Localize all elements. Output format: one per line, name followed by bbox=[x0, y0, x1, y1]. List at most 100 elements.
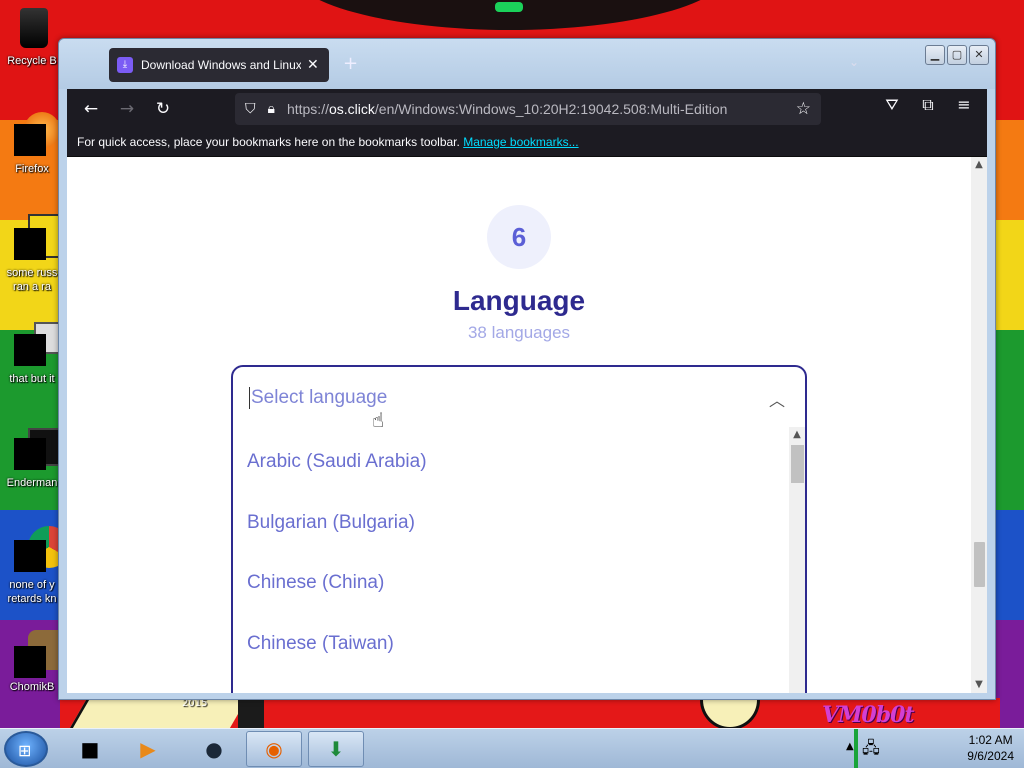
desktop-icon-folder[interactable]: that but it bbox=[0, 322, 70, 386]
lock-icon[interactable]: 🔒︎ bbox=[268, 101, 275, 117]
desktop-icon-label: ChomikB bbox=[9, 681, 55, 693]
address-bar[interactable]: ⛉ 🔒︎ https://os.click/en/Windows:Windows… bbox=[235, 93, 821, 125]
scrollbar-thumb[interactable] bbox=[791, 445, 804, 483]
terminal-icon bbox=[14, 428, 72, 470]
redacted-block bbox=[14, 646, 46, 678]
tab-active[interactable]: ⤓ Download Windows and Linux ✕ bbox=[109, 48, 329, 82]
new-tab-icon[interactable]: + bbox=[343, 53, 358, 74]
desktop-icon-label-line2: retards kn bbox=[7, 593, 57, 605]
window-controls: ▁ ▢ ✕ bbox=[925, 45, 989, 65]
toolbar-right: ⛛ ⧉ ≡ bbox=[881, 95, 975, 115]
taskbar-app-media[interactable]: ▶ bbox=[120, 731, 176, 767]
minimize-button[interactable]: ▁ bbox=[925, 45, 945, 65]
language-option[interactable]: Chinese (Taiwan) bbox=[247, 633, 394, 655]
chevron-up-icon[interactable]: ︿ bbox=[769, 387, 785, 411]
scroll-up-icon[interactable]: ▲ bbox=[971, 157, 987, 173]
desktop-icon-chrome[interactable]: none of y retards kn bbox=[0, 526, 70, 606]
desktop-icon-label: Enderman bbox=[6, 477, 58, 489]
desktop-icon-label: Firefox bbox=[15, 163, 49, 175]
media-player-icon: ▶ bbox=[140, 737, 156, 761]
redacted-block bbox=[14, 228, 46, 260]
bookmarks-toolbar: For quick access, place your bookmarks h… bbox=[67, 129, 987, 157]
page-title: Language bbox=[452, 285, 586, 316]
taskbar-app-terminal[interactable]: ■ bbox=[62, 731, 118, 767]
scroll-down-icon[interactable]: ▼ bbox=[971, 677, 987, 693]
url-domain: os.click bbox=[328, 101, 375, 117]
wallpaper-bottom-art: 2015 VM0b0t bbox=[60, 698, 1000, 730]
forward-button[interactable]: → bbox=[113, 95, 141, 123]
wallpaper-tag: VM0b0t bbox=[822, 702, 915, 728]
start-button[interactable]: ⊞ bbox=[4, 731, 48, 767]
tab-title: Download Windows and Linux bbox=[141, 58, 301, 72]
language-option[interactable]: Arabic (Saudi Arabia) bbox=[247, 451, 427, 473]
recycle-bin-icon bbox=[14, 4, 50, 48]
language-option[interactable]: Chinese (China) bbox=[247, 572, 384, 594]
desktop-icon-terminal[interactable]: Enderman bbox=[0, 428, 72, 490]
taskbar-app-idm[interactable]: ⬇ bbox=[308, 731, 364, 767]
chrome-icon bbox=[14, 526, 70, 572]
clock[interactable]: 1:02 AM 9/6/2024 bbox=[967, 732, 1014, 764]
download-manager-icon: ⬇ bbox=[327, 737, 345, 761]
bookmarks-hint: For quick access, place your bookmarks h… bbox=[77, 135, 460, 149]
language-option[interactable]: Bulgarian (Bulgaria) bbox=[247, 512, 415, 534]
url-text[interactable]: https://os.click/en/Windows:Windows_10:2… bbox=[287, 101, 796, 117]
title-bar[interactable]: ⤓ Download Windows and Linux ✕ + ⌄ ▁ ▢ ✕ bbox=[59, 39, 995, 89]
scrollbar-thumb[interactable] bbox=[974, 542, 985, 587]
extensions-icon[interactable]: ⧉ bbox=[917, 95, 939, 115]
reload-button[interactable]: ↻ bbox=[149, 95, 177, 123]
terminal-icon: ■ bbox=[80, 737, 100, 761]
shield-icon[interactable]: ⛉ bbox=[245, 101, 256, 117]
show-hidden-icons-icon[interactable]: ▲ bbox=[846, 741, 854, 752]
scroll-up-icon[interactable]: ▲ bbox=[789, 427, 805, 443]
firefox-icon: ◉ bbox=[265, 737, 283, 761]
redacted-block bbox=[14, 540, 46, 572]
list-tabs-icon[interactable]: ⌄ bbox=[849, 55, 859, 69]
navigation-toolbar: ← → ↻ ⛉ 🔒︎ https://os.click/en/Windows:W… bbox=[67, 89, 987, 129]
page-subtitle: 38 languages bbox=[467, 323, 571, 342]
menu-icon[interactable]: ≡ bbox=[953, 95, 975, 115]
folder-icon bbox=[14, 322, 70, 366]
network-icon[interactable]: 🖧︎ bbox=[862, 737, 880, 764]
close-button[interactable]: ✕ bbox=[969, 45, 989, 65]
tab-close-icon[interactable]: ✕ bbox=[307, 57, 319, 73]
pocket-icon[interactable]: ⛛ bbox=[881, 95, 903, 115]
redacted-block bbox=[14, 334, 46, 366]
desktop-icon-file[interactable]: some russ ran a ra bbox=[0, 214, 72, 294]
firefox-icon bbox=[14, 112, 60, 156]
desktop-icon-label-line2: ran a ra bbox=[13, 281, 51, 293]
page-content: 6 Language 38 languages Select language … bbox=[67, 157, 987, 693]
desktop-icon-label: some russ bbox=[6, 267, 58, 279]
hamster-icon bbox=[14, 630, 72, 678]
steam-icon: ● bbox=[205, 737, 223, 761]
url-path: /en/Windows:Windows_10:20H2:19042.508:Mu… bbox=[374, 101, 728, 117]
clock-date: 9/6/2024 bbox=[967, 749, 1014, 763]
system-tray: ▲ 🖧︎ 1:02 AM 9/6/2024 bbox=[842, 729, 1024, 768]
file-icon bbox=[14, 214, 72, 260]
clock-time: 1:02 AM bbox=[968, 733, 1013, 747]
desktop-icon-chomik[interactable]: ChomikB bbox=[0, 630, 72, 694]
desktop-icon-firefox[interactable]: Firefox bbox=[0, 112, 64, 176]
maximize-button[interactable]: ▢ bbox=[947, 45, 967, 65]
back-button[interactable]: ← bbox=[77, 95, 105, 123]
wallpaper-top-figure bbox=[290, 0, 730, 30]
browser-window: ⤓ Download Windows and Linux ✕ + ⌄ ▁ ▢ ✕… bbox=[58, 38, 996, 700]
taskbar-app-firefox[interactable]: ◉ bbox=[246, 731, 302, 767]
desktop-icon-label: Recycle B bbox=[7, 55, 57, 67]
desktop-icon-recycle-bin[interactable]: Recycle B bbox=[0, 4, 64, 68]
taskbar-app-steam[interactable]: ● bbox=[186, 731, 242, 767]
bookmark-star-icon[interactable]: ☆ bbox=[796, 99, 811, 119]
taskbar: ⊞ ■ ▶ ● ◉ ⬇ ▲ 🖧︎ 1:02 AM 9/6/2024 bbox=[0, 728, 1024, 768]
desktop-icon-label: that but it bbox=[9, 373, 55, 385]
url-prefix: https:// bbox=[286, 101, 329, 117]
hand-cursor-icon: ☝ bbox=[372, 408, 385, 432]
language-options-list: Arabic (Saudi Arabia) Bulgarian (Bulgari… bbox=[233, 427, 805, 693]
manage-bookmarks-link[interactable]: Manage bookmarks... bbox=[463, 135, 578, 149]
redacted-block bbox=[14, 124, 46, 156]
language-search-input[interactable]: Select language bbox=[249, 387, 387, 409]
desktop-icon-label: none of y bbox=[9, 579, 55, 591]
download-icon: ⤓ bbox=[117, 57, 133, 73]
language-select[interactable]: Select language ︿ Arabic (Saudi Arabia) … bbox=[231, 365, 807, 693]
page-scrollbar[interactable]: ▲ ▼ bbox=[971, 157, 987, 693]
redacted-block bbox=[14, 438, 46, 470]
options-scrollbar[interactable]: ▲ bbox=[789, 427, 805, 693]
